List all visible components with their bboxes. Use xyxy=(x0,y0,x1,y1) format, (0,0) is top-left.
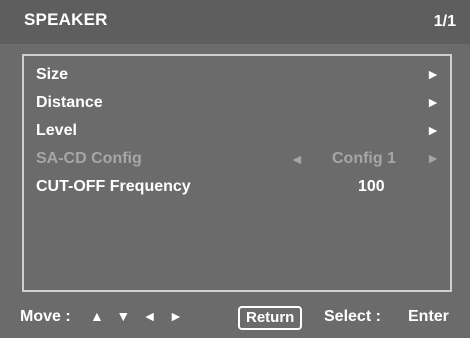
menu-item-distance[interactable]: Distance ► xyxy=(24,90,450,116)
menu-item-sacd-config: SA-CD Config ◄ Config 1 ► xyxy=(24,146,450,172)
select-label: Select : xyxy=(324,308,381,325)
menu-item-label: CUT-OFF Frequency xyxy=(36,178,191,195)
page-indicator: 1/1 xyxy=(433,13,456,30)
right-arrow-icon: ► xyxy=(426,122,440,138)
right-arrow-icon: ► xyxy=(168,308,183,324)
header-bar: SPEAKER 1/1 xyxy=(0,0,470,44)
move-label: Move : xyxy=(20,308,71,325)
menu-item-value: Config 1 xyxy=(332,150,396,167)
left-arrow-icon: ◄ xyxy=(142,308,157,324)
menu-item-label: Level xyxy=(36,122,77,139)
enter-label: Enter xyxy=(408,308,449,325)
menu-item-label: Distance xyxy=(36,94,103,111)
footer-help-bar: Move : ▲ ▼ ◄ ► Return Select : Enter xyxy=(0,296,470,338)
menu-item-label: SA-CD Config xyxy=(36,150,142,167)
left-arrow-icon: ◄ xyxy=(290,151,304,167)
up-arrow-icon: ▲ xyxy=(90,308,104,324)
menu-item-level[interactable]: Level ► xyxy=(24,118,450,144)
direction-arrows: ▲ ▼ ◄ ► xyxy=(90,308,191,326)
right-arrow-icon: ► xyxy=(426,94,440,110)
menu-item-size[interactable]: Size ► xyxy=(24,62,450,88)
right-arrow-icon: ► xyxy=(426,66,440,82)
screen-title: SPEAKER xyxy=(24,10,108,29)
speaker-menu-screen: SPEAKER 1/1 Size ► Distance ► Level ► SA… xyxy=(0,0,470,338)
down-arrow-icon: ▼ xyxy=(116,308,131,324)
right-arrow-icon: ► xyxy=(426,150,440,166)
menu-item-cutoff-frequency[interactable]: CUT-OFF Frequency 100 xyxy=(24,174,450,200)
menu-list: Size ► Distance ► Level ► SA-CD Config ◄… xyxy=(22,54,452,292)
return-button[interactable]: Return xyxy=(238,306,303,330)
menu-item-label: Size xyxy=(36,66,69,83)
menu-item-value: 100 xyxy=(358,178,385,195)
